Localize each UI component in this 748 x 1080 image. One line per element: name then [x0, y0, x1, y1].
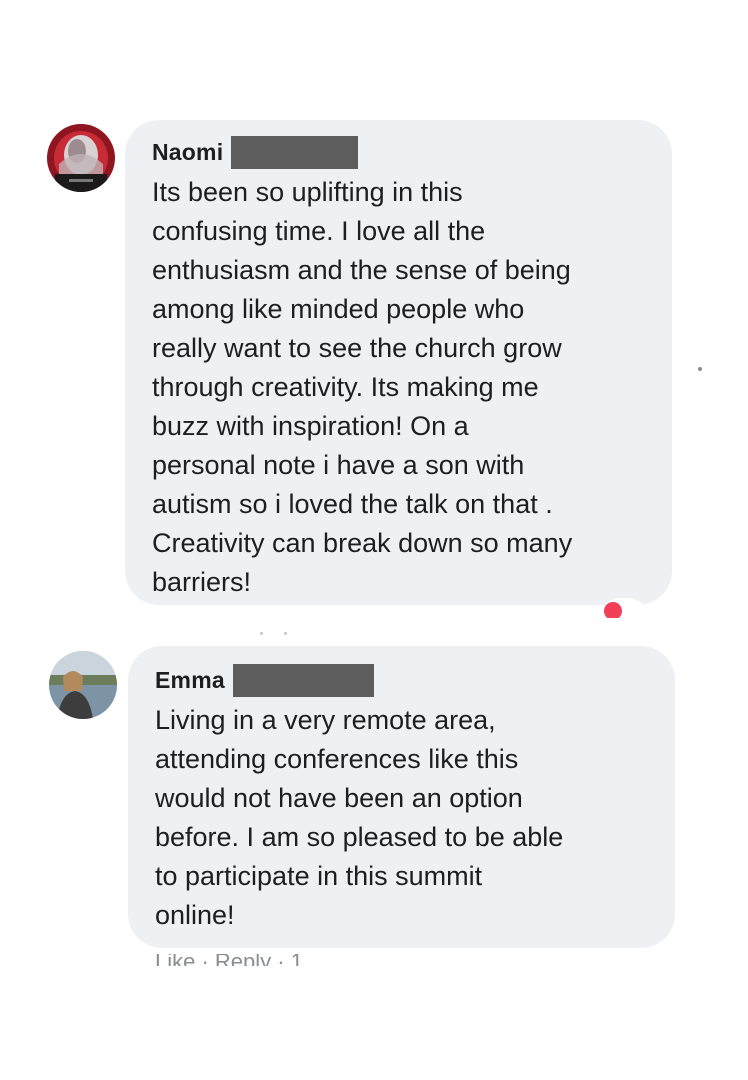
author-name[interactable]: Naomi	[152, 139, 223, 166]
comment-actions-label: Like · Reply · 1	[155, 954, 303, 966]
comment-bubble: Naomi Its been so uplifting in this conf…	[125, 120, 672, 605]
redacted-surname	[231, 135, 359, 169]
heart-reaction-icon	[604, 602, 622, 618]
profile-photo-icon	[49, 651, 117, 719]
avatar[interactable]	[47, 124, 115, 192]
comment-text: Its been so uplifting in this confusing …	[152, 177, 573, 597]
author-row: Naomi	[152, 135, 672, 169]
separator-dot	[284, 632, 287, 635]
avatar[interactable]	[49, 651, 117, 719]
profile-photo-icon	[47, 124, 115, 192]
author-row: Emma	[155, 663, 675, 697]
comment-actions[interactable]: Like · Reply · 1	[155, 954, 395, 966]
comment-text: Living in a very remote area, attending …	[155, 705, 564, 930]
separator-dot	[698, 367, 702, 371]
separator-dot	[260, 632, 263, 635]
redacted-surname	[232, 663, 374, 697]
comment-bubble: Emma Living in a very remote area, atten…	[128, 646, 675, 948]
author-name[interactable]: Emma	[155, 667, 225, 694]
